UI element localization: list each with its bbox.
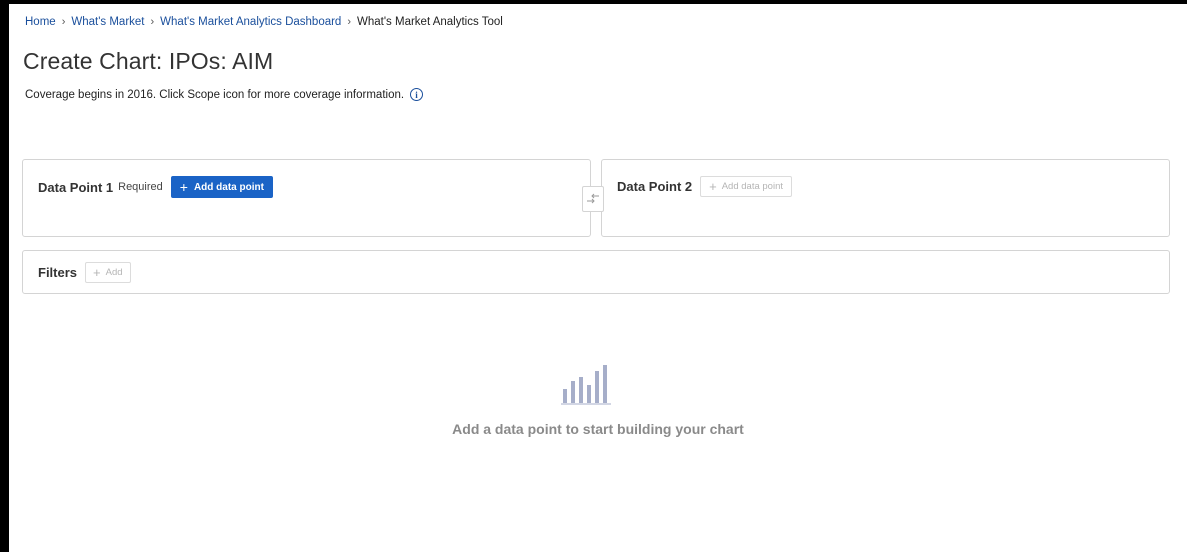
breadcrumb-analytics-dashboard[interactable]: What's Market Analytics Dashboard — [160, 16, 341, 28]
breadcrumb-separator: › — [61, 16, 66, 28]
swap-arrows-icon — [587, 193, 599, 204]
data-point-2-header: Data Point 2 + Add data point — [617, 176, 792, 197]
bar-chart-icon — [561, 365, 611, 405]
coverage-text: Coverage begins in 2016. Click Scope ico… — [25, 88, 405, 101]
add-filter-label: Add — [105, 267, 123, 278]
breadcrumb: Home › What's Market › What's Market Ana… — [25, 16, 503, 28]
plus-icon: + — [93, 265, 101, 280]
page-title: Create Chart: IPOs: AIM — [23, 48, 274, 74]
filters-panel: Filters + Add — [22, 250, 1170, 294]
empty-state-message: Add a data point to start building your … — [452, 421, 744, 437]
data-point-1-title: Data Point 1 — [38, 179, 114, 195]
filters-title: Filters — [38, 265, 78, 280]
add-filter-button[interactable]: + Add — [85, 262, 131, 283]
breadcrumb-current: What's Market Analytics Tool — [357, 16, 503, 28]
add-data-point-2-label: Add data point — [721, 181, 783, 192]
breadcrumb-separator: › — [150, 16, 155, 28]
breadcrumb-whats-market[interactable]: What's Market — [71, 16, 144, 28]
page: Home › What's Market › What's Market Ana… — [9, 4, 1187, 552]
add-data-point-2-button[interactable]: + Add data point — [700, 176, 792, 197]
add-data-point-1-label: Add data point — [193, 181, 264, 193]
screen-frame: Home › What's Market › What's Market Ana… — [0, 0, 1187, 552]
data-point-1-panel: Data Point 1 Required + Add data point — [22, 159, 591, 237]
breadcrumb-home[interactable]: Home — [25, 16, 56, 28]
info-icon[interactable]: i — [410, 88, 424, 101]
breadcrumb-separator: › — [347, 16, 352, 28]
coverage-note: Coverage begins in 2016. Click Scope ico… — [25, 88, 424, 101]
add-data-point-1-button[interactable]: + Add data point — [170, 176, 273, 198]
plus-icon: + — [709, 179, 717, 194]
swap-data-points-button[interactable] — [582, 186, 604, 212]
data-point-2-title: Data Point 2 — [617, 179, 693, 194]
data-point-1-header: Data Point 1 Required + Add data point — [38, 176, 273, 198]
filters-header: Filters + Add — [38, 262, 131, 283]
plus-icon: + — [179, 179, 188, 195]
empty-chart-state: Add a data point to start building your … — [9, 359, 1187, 437]
data-point-2-panel: Data Point 2 + Add data point — [601, 159, 1170, 237]
required-label: Required — [118, 181, 163, 193]
